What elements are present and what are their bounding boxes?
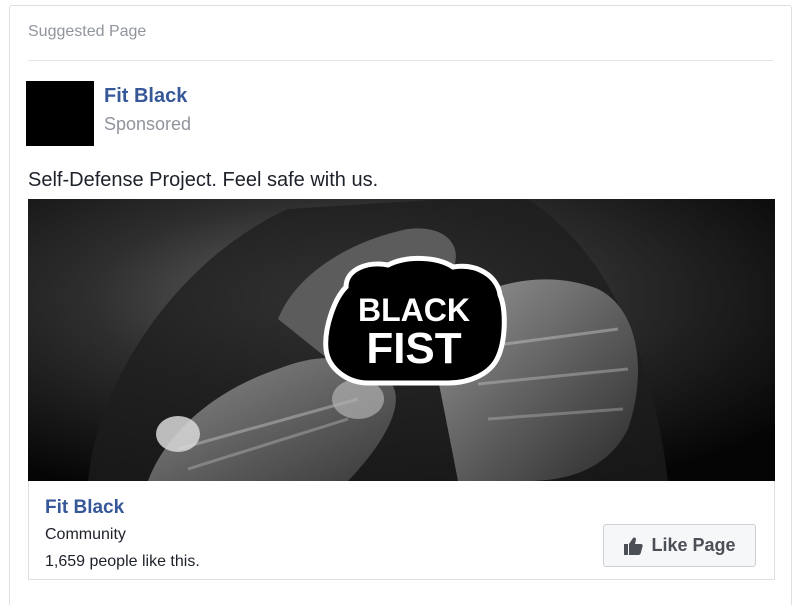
ad-image[interactable]: BLACK FIST — [28, 199, 775, 481]
logo-line2: FIST — [366, 324, 461, 373]
logo-line1: BLACK — [358, 292, 470, 328]
thumbs-up-icon — [623, 536, 644, 556]
page-name-link[interactable]: Fit Black — [104, 85, 187, 108]
footer-page-name-link[interactable]: Fit Black — [45, 497, 124, 519]
header-divider — [28, 60, 773, 61]
like-page-button[interactable]: Like Page — [603, 524, 756, 567]
sponsored-label[interactable]: Sponsored — [104, 114, 191, 135]
like-page-label: Like Page — [651, 535, 736, 555]
page-likes-count: 1,659 people like this. — [45, 553, 200, 570]
page-avatar[interactable] — [26, 81, 94, 146]
card-header-label: Suggested Page — [28, 23, 147, 40]
suggested-page-card: Suggested Page Fit Black Sponsored Self-… — [9, 5, 792, 605]
black-fist-logo: BLACK FIST — [323, 255, 507, 386]
page-info-box: Fit Black Community 1,659 people like th… — [28, 481, 775, 580]
post-text: Self-Defense Project. Feel safe with us. — [28, 169, 379, 191]
page-category: Community — [45, 526, 126, 543]
